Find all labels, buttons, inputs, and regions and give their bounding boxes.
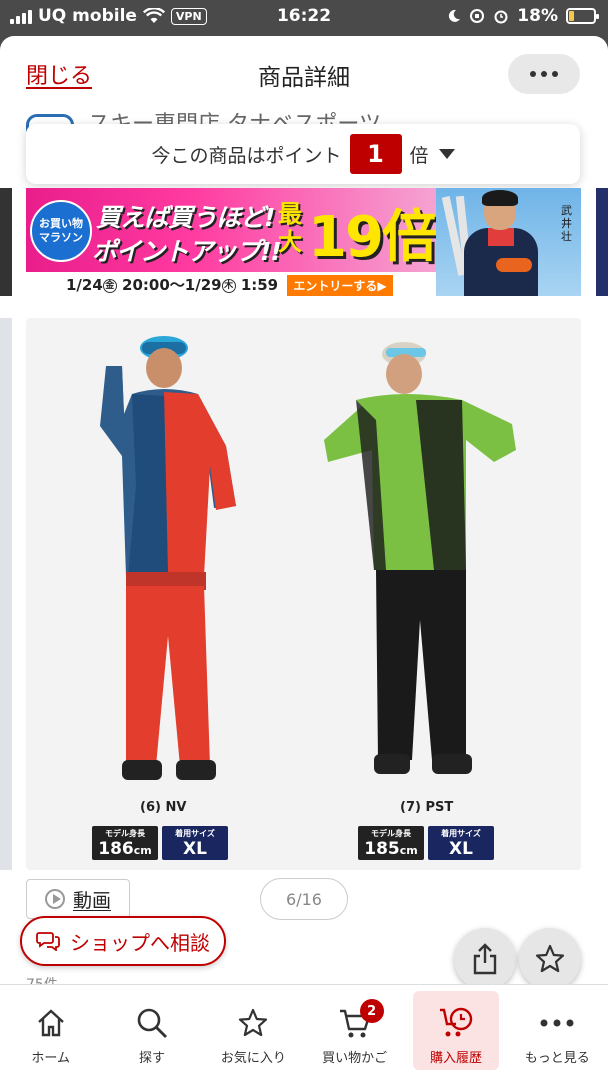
height-value: 186: [98, 839, 134, 859]
model-left-figure: [100, 336, 236, 780]
banner-max-label: 最大: [278, 200, 302, 256]
bottom-tab-bar: ホーム 探す お気に入り 2 買い物かご 購入履歴 もっと見る: [0, 984, 608, 1080]
tab-home-label: ホーム: [31, 1051, 70, 1066]
tab-purchase-history[interactable]: 購入履歴: [405, 985, 506, 1080]
tab-purchase-history-label: 購入履歴: [429, 1051, 482, 1066]
image-pager: 6/16: [260, 878, 348, 920]
size-box: 着用サイズ XL: [428, 826, 494, 860]
height-box: モデル身長 186cm: [92, 826, 158, 860]
height-label: モデル身長: [371, 829, 411, 838]
banner-big-number: 19倍: [308, 205, 438, 270]
tab-favorites[interactable]: お気に入り: [203, 985, 304, 1080]
purchase-history-icon: [439, 1007, 473, 1037]
orientation-lock-icon: [470, 9, 485, 23]
height-label: モデル身長: [105, 829, 145, 838]
product-image[interactable]: (6) NV モデル身長 186cm 着用サイズ XL (7) PST モデル身…: [26, 318, 581, 870]
banner-badge: お買い物マラソン: [30, 200, 92, 262]
height-value: 185: [364, 839, 400, 859]
banner-headline-2: ポイントアップ!!: [92, 237, 282, 266]
time-start: 20:00～1/29: [122, 276, 222, 294]
alarm-icon: [494, 10, 508, 24]
moon-icon: [449, 9, 461, 22]
banner-photo: 武井壮: [436, 188, 581, 296]
tab-more-label: もっと見る: [524, 1051, 590, 1066]
points-suffix: 倍: [409, 144, 429, 167]
date-start: 1/24: [66, 276, 103, 294]
tab-search[interactable]: 探す: [101, 985, 202, 1080]
points-multiplier: 1: [349, 134, 402, 174]
tab-search-label: 探す: [138, 1051, 165, 1066]
height-box: モデル身長 185cm: [358, 826, 424, 860]
video-button[interactable]: 動画: [26, 879, 130, 919]
tab-cart[interactable]: 2 買い物かご: [304, 985, 405, 1080]
height-unit: cm: [133, 844, 152, 857]
tab-more[interactable]: もっと見る: [507, 985, 608, 1080]
battery-icon: [566, 8, 599, 24]
status-bar: UQ mobile VPN 16:22 18%: [0, 0, 608, 34]
tab-home[interactable]: ホーム: [0, 985, 101, 1080]
share-icon: [473, 943, 497, 975]
image-prev-peek[interactable]: [0, 318, 12, 870]
favorite-button[interactable]: [519, 928, 581, 990]
model-left-caption: (6) NV: [140, 800, 187, 815]
battery-percent: 18%: [517, 6, 558, 26]
caret-down-icon: [438, 149, 455, 159]
star-icon: [239, 1008, 268, 1037]
video-label: 動画: [72, 889, 111, 912]
day-end: 木: [221, 278, 236, 293]
entry-button[interactable]: エントリーする▶: [287, 275, 393, 296]
chat-icon: [36, 932, 60, 951]
model-right-caption: (7) PST: [400, 800, 454, 815]
product-detail-sheet: 閉じる 商品詳細 スキー専門店 タナベスポーツ 今この商品はポイント 1 倍 お…: [0, 36, 608, 1080]
time-end: 1:59: [240, 276, 279, 294]
more-options-button[interactable]: [508, 54, 580, 94]
more-icon: [540, 1019, 574, 1027]
points-info-box[interactable]: 今この商品はポイント 1 倍: [26, 124, 580, 184]
points-prefix: 今この商品はポイント: [151, 144, 342, 167]
consult-label: ショップへ相談: [70, 930, 210, 955]
athlete-goggle: [496, 258, 532, 272]
athlete-hair: [482, 190, 518, 206]
play-icon: [44, 889, 65, 909]
shop-consult-button[interactable]: ショップへ相談: [20, 916, 226, 966]
tab-cart-label: 買い物かご: [322, 1051, 388, 1066]
day-start: 金: [102, 278, 117, 293]
share-button[interactable]: [454, 928, 516, 990]
banner-next-peek[interactable]: [596, 188, 608, 296]
model-right-figure: [324, 342, 516, 774]
size-box: 着用サイズ XL: [162, 826, 228, 860]
star-outline-icon: [535, 944, 565, 973]
banner-date-range: 1/24 金 20:00～1/29 木 1:59 エントリーする▶: [66, 274, 393, 296]
height-unit: cm: [399, 844, 418, 857]
cart-count-badge: 2: [359, 999, 384, 1023]
home-icon: [37, 1009, 64, 1037]
size-label: 着用サイズ: [441, 829, 481, 838]
search-icon: [137, 1008, 167, 1038]
size-label: 着用サイズ: [175, 829, 215, 838]
banner-headline-1: 買えば買うほど!: [96, 203, 275, 232]
banner-prev-peek[interactable]: [0, 188, 12, 296]
campaign-banner[interactable]: お買い物マラソン 買えば買うほど! ポイントアップ!! 最大 19倍 1/24 金…: [26, 188, 581, 296]
status-right: 18%: [447, 6, 599, 26]
model-left-specs: モデル身長 186cm 着用サイズ XL: [92, 826, 228, 860]
size-value: XL: [183, 839, 207, 859]
athlete-scarf: [488, 228, 514, 246]
size-value: XL: [449, 839, 473, 859]
model-right-specs: モデル身長 185cm 着用サイズ XL: [358, 826, 494, 860]
tab-favorites-label: お気に入り: [220, 1051, 286, 1066]
athlete-name: 武井壮: [561, 204, 572, 243]
more-dots-icon: [530, 71, 536, 77]
